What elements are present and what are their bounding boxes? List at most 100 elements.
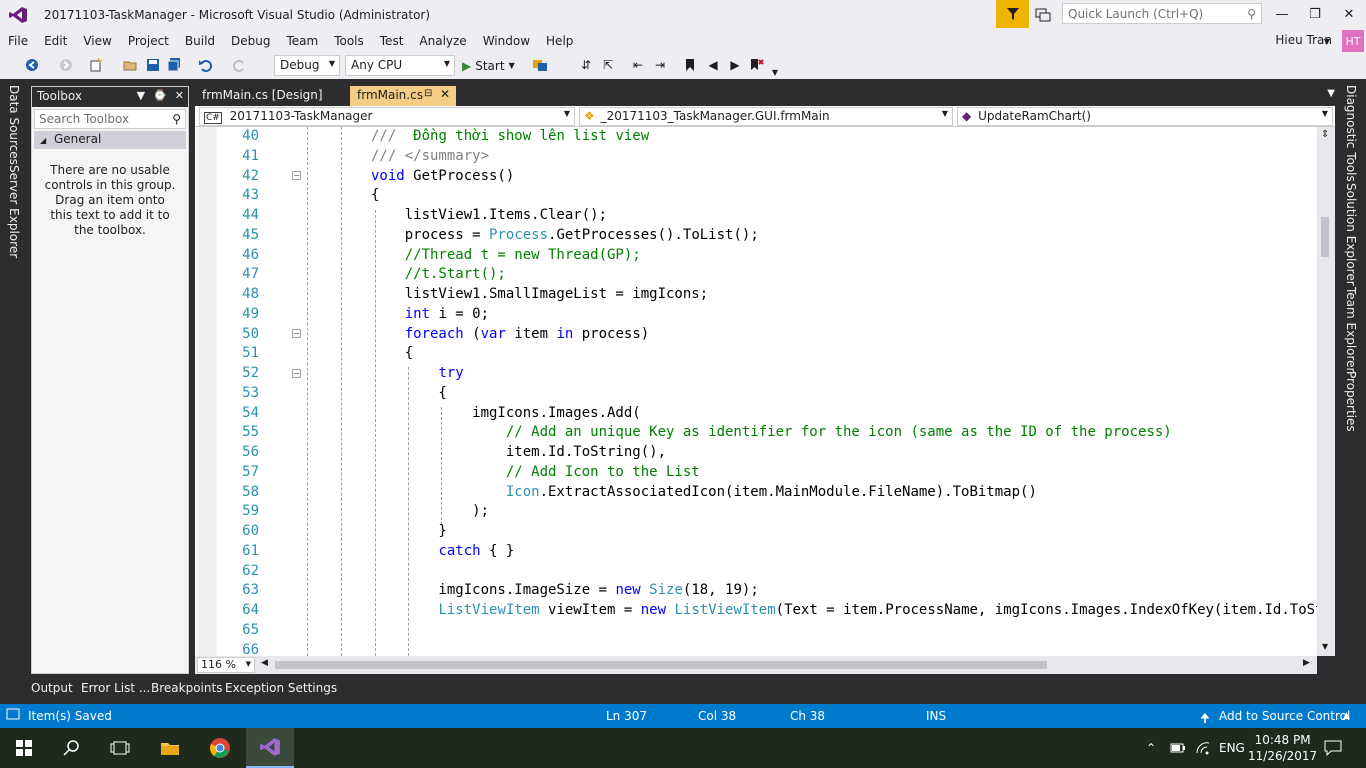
- scroll-left-icon[interactable]: ◀: [261, 658, 268, 668]
- menu-view[interactable]: View: [75, 34, 119, 48]
- scrollbar-thumb[interactable]: [1321, 217, 1329, 257]
- pin-icon[interactable]: ⌚: [153, 89, 167, 102]
- start-menu-icon[interactable]: [0, 728, 48, 768]
- toolbox-group-general[interactable]: ◢ General: [34, 131, 186, 149]
- code-text: /// Đồng thời show lên list view /// </s…: [371, 127, 1317, 656]
- open-file-icon[interactable]: [122, 57, 138, 73]
- menu-build[interactable]: Build: [177, 34, 223, 48]
- new-project-icon[interactable]: [88, 57, 104, 73]
- bookmark-icon[interactable]: [682, 57, 698, 73]
- quick-launch-input[interactable]: Quick Launch (Ctrl+Q) ⚲: [1062, 3, 1262, 24]
- close-button[interactable]: ✕: [1332, 0, 1366, 28]
- line-number: 48: [242, 286, 259, 302]
- tab-diagnostic-tools[interactable]: Diagnostic Tools: [1344, 85, 1358, 182]
- collapse-region-icon[interactable]: −: [292, 171, 301, 180]
- scroll-down-icon[interactable]: ▼: [1322, 642, 1328, 651]
- editor-horizontal-bar: 116 % ▼ ◀ ▶: [195, 656, 1317, 674]
- toolbox-search-input[interactable]: Search Toolbox ⚲: [34, 109, 186, 129]
- show-hidden-icons-icon[interactable]: ⌃: [1146, 728, 1156, 768]
- status-column: Col 38: [698, 709, 737, 723]
- menu-debug[interactable]: Debug: [223, 34, 278, 48]
- tab-output[interactable]: Output: [31, 681, 73, 695]
- decrease-indent-icon[interactable]: ⇤: [630, 57, 646, 73]
- class-select[interactable]: ❖ _20171103_TaskManager.GUI.frmMain ▼: [579, 107, 953, 126]
- chrome-icon[interactable]: [196, 728, 244, 768]
- action-center-icon[interactable]: [1324, 728, 1342, 768]
- increase-indent-icon[interactable]: ⇥: [652, 57, 668, 73]
- solution-configuration-select[interactable]: Debug ▼: [274, 55, 340, 76]
- visual-studio-taskbar-icon[interactable]: [246, 728, 294, 768]
- collapse-region-icon[interactable]: −: [292, 329, 301, 338]
- task-view-icon[interactable]: [96, 728, 144, 768]
- line-numbers: 40 41 42 43 44 45 46 47 48 49 50 51 52 5…: [217, 127, 259, 656]
- menu-analyze[interactable]: Analyze: [411, 34, 474, 48]
- menu-edit[interactable]: Edit: [36, 34, 75, 48]
- browser-link-icon[interactable]: [532, 57, 548, 73]
- search-icon[interactable]: [48, 728, 96, 768]
- tab-solution-explorer[interactable]: Solution Explorer: [1344, 183, 1358, 286]
- pin-icon[interactable]: ⊟: [424, 88, 432, 99]
- scroll-right-icon[interactable]: ▶: [1303, 658, 1310, 668]
- navigate-forward-icon[interactable]: [58, 57, 74, 73]
- horizontal-scrollbar-thumb[interactable]: [275, 661, 1047, 669]
- menu-help[interactable]: Help: [538, 34, 581, 48]
- language-indicator[interactable]: ENG: [1219, 728, 1245, 768]
- tab-breakpoints[interactable]: Breakpoints: [151, 681, 222, 695]
- window-position-dropdown-icon[interactable]: ▼: [137, 89, 145, 102]
- split-view-icon[interactable]: ⇕: [1321, 129, 1329, 140]
- clear-bookmarks-icon[interactable]: [749, 57, 765, 73]
- menu-project[interactable]: Project: [120, 34, 177, 48]
- add-to-source-control-button[interactable]: Add to Source Control: [1219, 709, 1350, 723]
- menu-tools[interactable]: Tools: [326, 34, 372, 48]
- tab-exception-settings[interactable]: Exception Settings: [225, 681, 337, 695]
- toolbar-overflow-icon[interactable]: ▼: [767, 64, 783, 80]
- close-icon[interactable]: ✕: [175, 89, 184, 102]
- file-explorer-icon[interactable]: [146, 728, 194, 768]
- feedback-icon[interactable]: [1032, 4, 1054, 26]
- minimize-button[interactable]: —: [1265, 0, 1299, 28]
- chevron-down-icon: ▼: [328, 59, 335, 68]
- tab-team-explorer[interactable]: Team Explorer: [1344, 287, 1358, 373]
- menu-window[interactable]: Window: [475, 34, 538, 48]
- tab-error-list[interactable]: Error List ...: [81, 681, 150, 695]
- user-avatar[interactable]: HT: [1342, 30, 1364, 52]
- tab-server-explorer[interactable]: Server Explorer: [7, 165, 21, 258]
- member-select[interactable]: ◆ UpdateRamChart() ▼: [957, 107, 1333, 126]
- menu-team[interactable]: Team: [278, 34, 326, 48]
- next-bookmark-icon[interactable]: ▶: [727, 57, 743, 73]
- previous-bookmark-icon[interactable]: ◀: [705, 57, 721, 73]
- code-editor[interactable]: 40 41 42 43 44 45 46 47 48 49 50 51 52 5…: [195, 127, 1317, 656]
- menu-test[interactable]: Test: [372, 34, 412, 48]
- tab-frmmain-design[interactable]: frmMain.cs [Design]: [195, 86, 347, 106]
- save-icon[interactable]: [145, 57, 161, 73]
- project-select[interactable]: C# 20171103-TaskManager ▼: [199, 107, 575, 126]
- chevron-up-icon[interactable]: ▲: [1343, 711, 1350, 721]
- play-icon: ▶: [462, 58, 472, 73]
- zoom-select[interactable]: 116 % ▼: [197, 657, 255, 673]
- status-window-icon: [6, 708, 20, 723]
- start-debugging-button[interactable]: ▶ Start ▼: [462, 55, 515, 76]
- line-number: 54: [242, 404, 259, 421]
- start-label: Start: [475, 58, 505, 73]
- undo-icon[interactable]: [197, 57, 213, 73]
- close-icon[interactable]: ✕: [440, 87, 450, 101]
- step-into-icon[interactable]: ⇵: [578, 57, 594, 73]
- taskbar-clock[interactable]: 10:48 PM 11/26/2017: [1248, 732, 1317, 764]
- tab-data-sources[interactable]: Data Sources: [7, 85, 21, 165]
- collapse-region-icon[interactable]: −: [292, 369, 301, 378]
- notifications-filter-icon[interactable]: [996, 0, 1029, 28]
- active-files-dropdown-icon[interactable]: ▼: [1327, 88, 1335, 99]
- redo-icon[interactable]: [232, 57, 248, 73]
- wifi-icon[interactable]: [1195, 728, 1211, 768]
- chevron-down-icon[interactable]: ▼: [1324, 37, 1330, 46]
- step-over-icon[interactable]: ⇱: [600, 57, 616, 73]
- navigate-back-icon[interactable]: [24, 57, 40, 73]
- menu-file[interactable]: File: [0, 34, 36, 48]
- save-all-icon[interactable]: [166, 57, 182, 73]
- restore-button[interactable]: ❐: [1298, 0, 1332, 28]
- editor-vertical-scrollbar[interactable]: ⇕ ▼: [1317, 127, 1335, 656]
- tab-frmmain-cs[interactable]: frmMain.cs ⊟ ✕: [350, 86, 456, 106]
- solution-platform-select[interactable]: Any CPU ▼: [345, 55, 455, 76]
- tab-properties[interactable]: Properties: [1344, 371, 1358, 432]
- battery-icon[interactable]: [1170, 728, 1186, 768]
